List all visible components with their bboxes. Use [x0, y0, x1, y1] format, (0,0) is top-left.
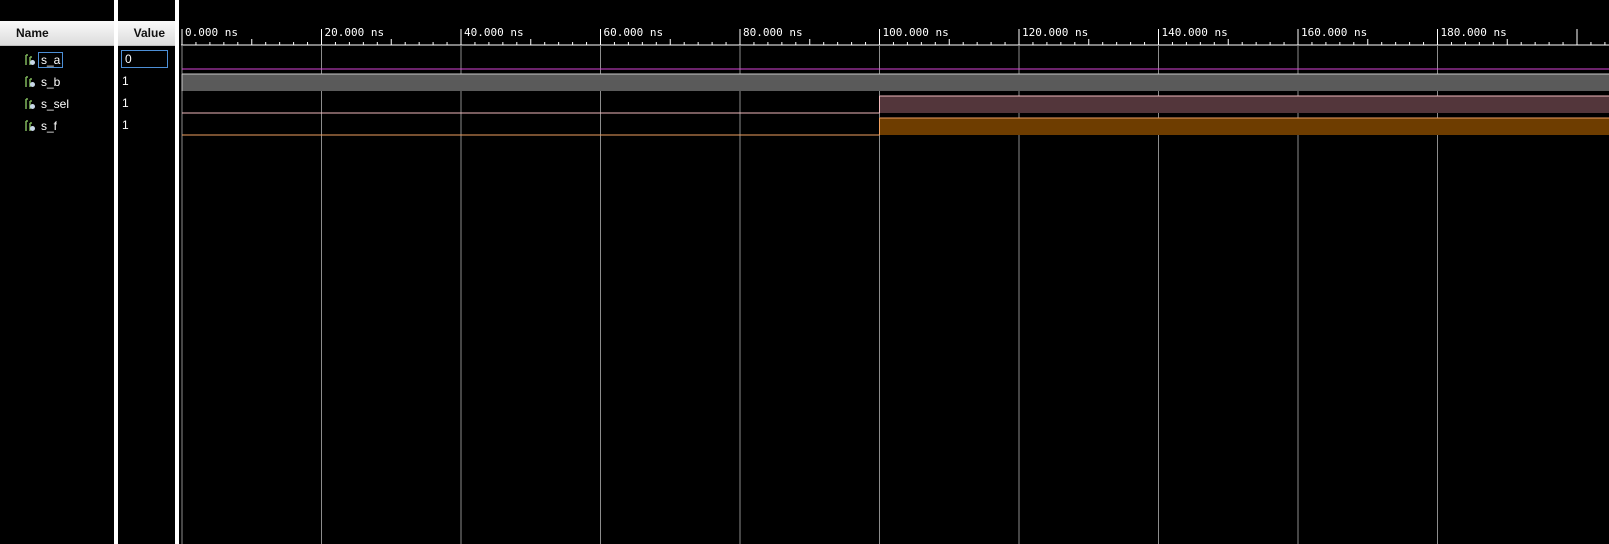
signal-row-s_b[interactable]: s_b [24, 72, 62, 90]
signal-row-s_a[interactable]: s_a [24, 50, 64, 68]
signal-name: s_f [41, 118, 58, 133]
logic-signal-icon [25, 76, 35, 87]
ruler-tick-label: 20.000 ns [325, 26, 385, 39]
logic-signal-icon [25, 98, 35, 109]
signal-row-s_f[interactable]: s_f [24, 116, 59, 134]
signal-value-s_a[interactable]: 0 [121, 50, 168, 68]
waveform-divider[interactable] [175, 0, 179, 544]
waveforms [181, 68, 1609, 136]
signal-value-s_f[interactable]: 1 [122, 116, 129, 134]
ruler-tick-label: 160.000 ns [1301, 26, 1367, 39]
ruler-tick-label: 60.000 ns [604, 26, 664, 39]
waveform-s_sel[interactable] [182, 95, 1609, 114]
waveform-high-fill [879, 96, 1609, 113]
waveform-s_b[interactable] [181, 73, 1609, 91]
waveform-high-fill [879, 118, 1609, 135]
values-panel: Value 0 1 1 1 [118, 0, 175, 544]
ruler-tick-label: 140.000 ns [1162, 26, 1228, 39]
signal-name: s_sel [41, 96, 70, 111]
signal-value-s_b[interactable]: 1 [122, 72, 129, 90]
signal-name: s_a [37, 51, 64, 68]
names-panel: Name s_a s_b s_sel s_f [0, 0, 114, 544]
name-column-header[interactable]: Name [0, 21, 114, 46]
signal-row-s_sel[interactable]: s_sel [24, 94, 71, 112]
value-column-header[interactable]: Value [118, 21, 175, 46]
waveform-high-fill [182, 74, 1609, 91]
ruler-tick-label: 40.000 ns [464, 26, 524, 39]
ruler-tick-label: 180.000 ns [1441, 26, 1507, 39]
ruler-tick-label: 80.000 ns [743, 26, 803, 39]
signal-value-s_sel[interactable]: 1 [122, 94, 129, 112]
ruler-tick-label: 100.000 ns [883, 26, 949, 39]
logic-signal-icon [25, 54, 35, 65]
time-ruler[interactable]: 0.000 ns 20.000 ns 40.000 ns 60.000 ns 80.00… [181, 26, 1609, 46]
logic-signal-icon [25, 120, 35, 131]
waveform-s_f[interactable] [182, 117, 1609, 136]
waveform-viewer[interactable]: 0.000 ns 20.000 ns 40.000 ns 60.000 ns 80.00… [181, 0, 1609, 544]
ruler-tick-label: 120.000 ns [1022, 26, 1088, 39]
ruler-tick-label: 0.000 ns [185, 26, 238, 39]
signal-name: s_b [41, 74, 61, 89]
